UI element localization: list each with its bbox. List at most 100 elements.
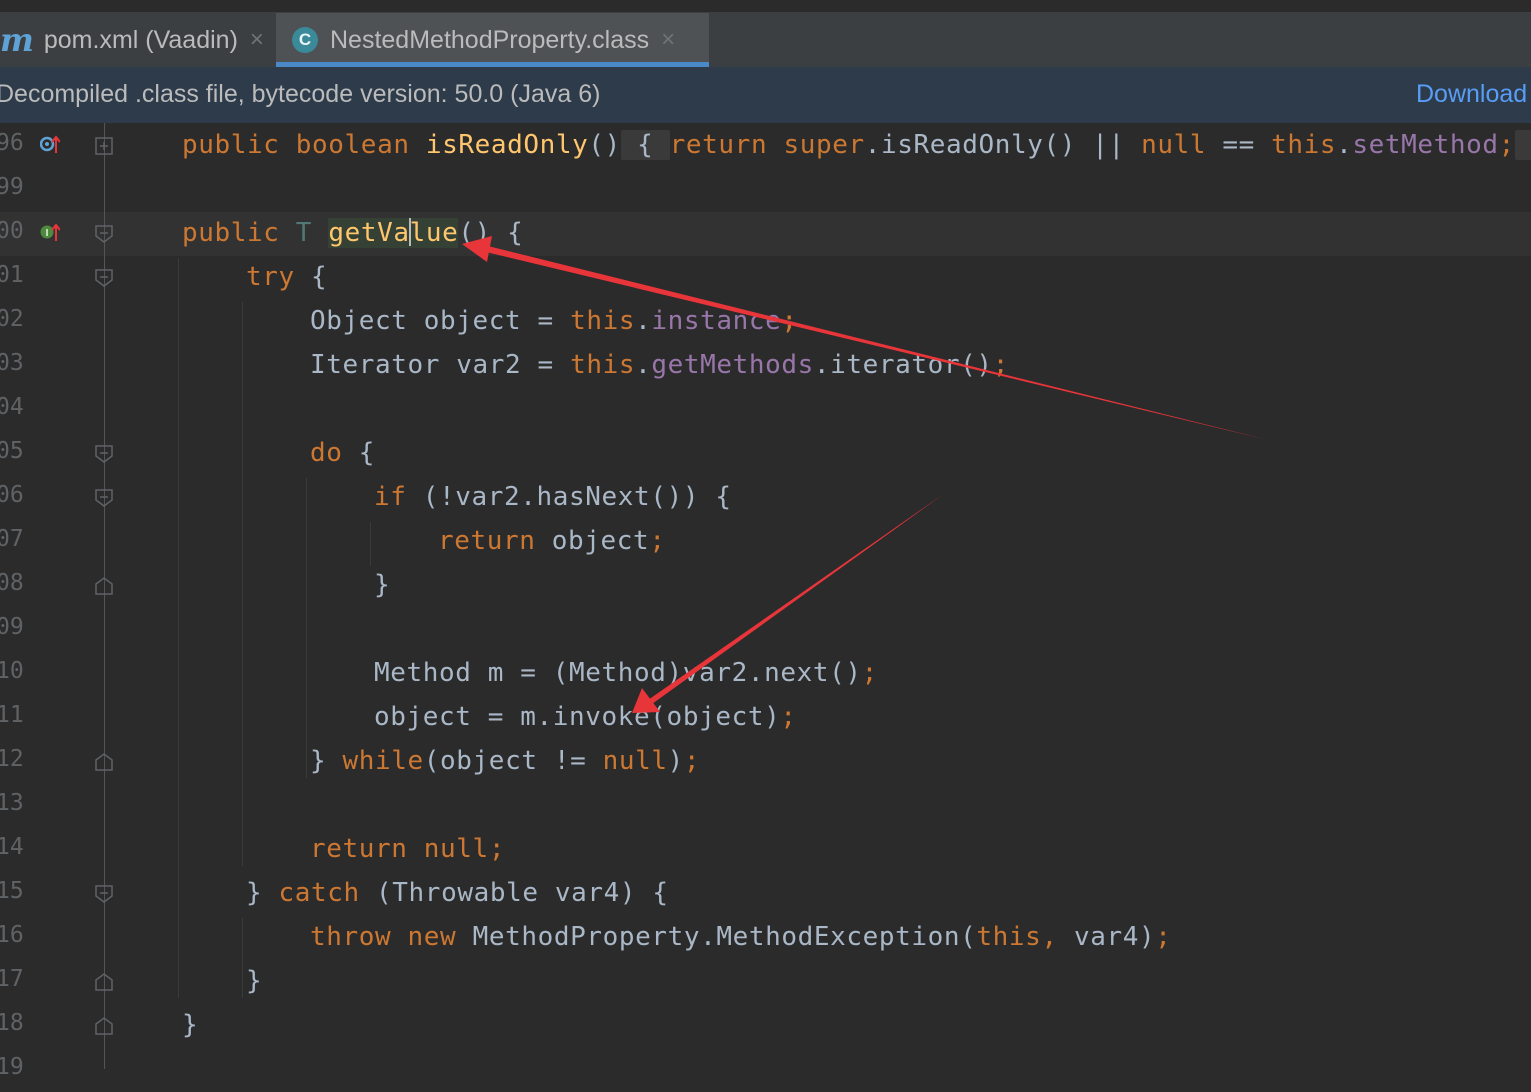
- line-number: 16: [0, 922, 24, 948]
- code-line: 09: [0, 608, 1531, 652]
- code-text: throw new MethodProperty.MethodException…: [310, 922, 1172, 952]
- code-token: this: [570, 350, 636, 380]
- code-token: ;: [1498, 130, 1515, 160]
- code-token: instance: [651, 306, 782, 336]
- code-token: while: [342, 746, 424, 776]
- code-token: {: [620, 130, 670, 160]
- code-line: 99: [0, 168, 1531, 212]
- code-line: 14 return null;: [0, 828, 1531, 872]
- code-text: try {: [246, 262, 327, 292]
- line-number: 14: [0, 834, 24, 860]
- code-line: 16 throw new MethodProperty.MethodExcept…: [0, 916, 1531, 960]
- override-up-icon[interactable]: [40, 134, 60, 154]
- code-token: this: [570, 306, 636, 336]
- maven-m-icon: m: [0, 21, 34, 59]
- code-token: ;: [861, 658, 878, 688]
- code-token: null: [602, 746, 668, 776]
- code-token: var4): [1073, 922, 1156, 952]
- banner-text: Decompiled .class file, bytecode version…: [0, 80, 601, 108]
- line-number: 05: [0, 438, 24, 464]
- line-number: 99: [0, 174, 24, 200]
- code-token: (): [588, 130, 621, 160]
- line-number: 96: [0, 130, 24, 156]
- download-sources-link[interactable]: Download: [1416, 80, 1527, 109]
- code-text: }: [182, 1010, 198, 1040]
- code-line: 07 return object;: [0, 520, 1531, 564]
- tab-nested-method-property[interactable]: C NestedMethodProperty.class ×: [276, 13, 709, 67]
- code-token: Method m = (Method)var2.next(): [374, 658, 862, 688]
- code-line: 01 try {: [0, 256, 1531, 300]
- implements-up-icon[interactable]: I: [40, 222, 60, 242]
- fold-end-icon[interactable]: [95, 753, 113, 771]
- code-line: 02 Object object = this.instance;: [0, 300, 1531, 344]
- fold-end-icon[interactable]: [95, 577, 113, 595]
- code-token: getVa: [328, 218, 410, 248]
- fold-collapse-icon[interactable]: [95, 489, 113, 507]
- code-text: return object;: [438, 526, 666, 556]
- tab-pom-xml[interactable]: m pom.xml (Vaadin) ×: [0, 13, 264, 67]
- code-line: 15 } catch (Throwable var4) {: [0, 872, 1531, 916]
- line-number: 19: [0, 1054, 24, 1080]
- code-line: 12 } while(object != null);: [0, 740, 1531, 784]
- fold-collapse-icon[interactable]: [95, 269, 113, 287]
- code-token: ;: [683, 746, 701, 776]
- code-line: 13: [0, 784, 1531, 828]
- code-token: T: [295, 218, 313, 248]
- code-token: .: [1336, 130, 1353, 160]
- fold-collapse-icon[interactable]: [95, 445, 113, 463]
- line-number: 17: [0, 966, 24, 992]
- code-token: lue: [409, 218, 459, 248]
- fold-collapse-icon[interactable]: [95, 225, 113, 243]
- code-token: super: [783, 130, 865, 160]
- code-text: public T getValue() {: [182, 218, 523, 248]
- code-token: ;: [992, 350, 1009, 380]
- code-token: do: [310, 438, 343, 468]
- close-icon[interactable]: ×: [250, 26, 264, 54]
- line-number: 07: [0, 526, 24, 552]
- code-token: }: [246, 966, 263, 996]
- code-token: this: [1271, 130, 1337, 160]
- line-number: 02: [0, 306, 24, 332]
- code-line: 06 if (!var2.hasNext()) {: [0, 476, 1531, 520]
- code-editor[interactable]: 96 public boolean isReadOnly() { return …: [0, 123, 1531, 1080]
- code-token: Iterator var2 =: [310, 350, 571, 380]
- code-text: Object object = this.instance;: [310, 306, 798, 336]
- code-token: }: [1514, 130, 1531, 160]
- line-number: 13: [0, 790, 24, 816]
- code-token: this: [976, 922, 1042, 952]
- fold-collapse-icon[interactable]: [95, 885, 113, 903]
- code-line: 17 }: [0, 960, 1531, 1004]
- code-token: isReadOnly: [425, 130, 589, 160]
- code-text: } while(object != null);: [310, 746, 700, 776]
- line-number: 11: [0, 702, 24, 728]
- code-text: }: [246, 966, 262, 996]
- close-icon[interactable]: ×: [661, 26, 675, 54]
- code-token: object = m.invoke(object): [374, 702, 781, 732]
- code-line: 19: [0, 1048, 1531, 1092]
- code-token: null: [423, 834, 489, 864]
- class-c-icon: C: [292, 27, 318, 53]
- code-text: public boolean isReadOnly() { return sup…: [182, 130, 1531, 160]
- code-token: {: [342, 438, 376, 468]
- code-token: try: [246, 262, 295, 292]
- code-token: }: [310, 746, 343, 776]
- line-number: 12: [0, 746, 24, 772]
- code-line: 96 public boolean isReadOnly() { return …: [0, 124, 1531, 168]
- code-token: setMethod: [1352, 130, 1499, 160]
- fold-end-icon[interactable]: [95, 1017, 113, 1035]
- code-text: if (!var2.hasNext()) {: [374, 482, 732, 512]
- code-text: }: [374, 570, 390, 600]
- fold-expand-icon[interactable]: [95, 137, 113, 155]
- code-token: }: [246, 878, 279, 908]
- code-text: object = m.invoke(object);: [374, 702, 797, 732]
- code-token: ;: [649, 526, 666, 556]
- code-token: Object object =: [310, 306, 571, 336]
- fold-end-icon[interactable]: [95, 973, 113, 991]
- decompiled-banner: Decompiled .class file, bytecode version…: [0, 67, 1531, 123]
- code-token: return: [310, 834, 408, 864]
- code-token: ;: [488, 834, 506, 864]
- code-token: new: [407, 922, 457, 952]
- tab-label: NestedMethodProperty.class: [330, 25, 650, 54]
